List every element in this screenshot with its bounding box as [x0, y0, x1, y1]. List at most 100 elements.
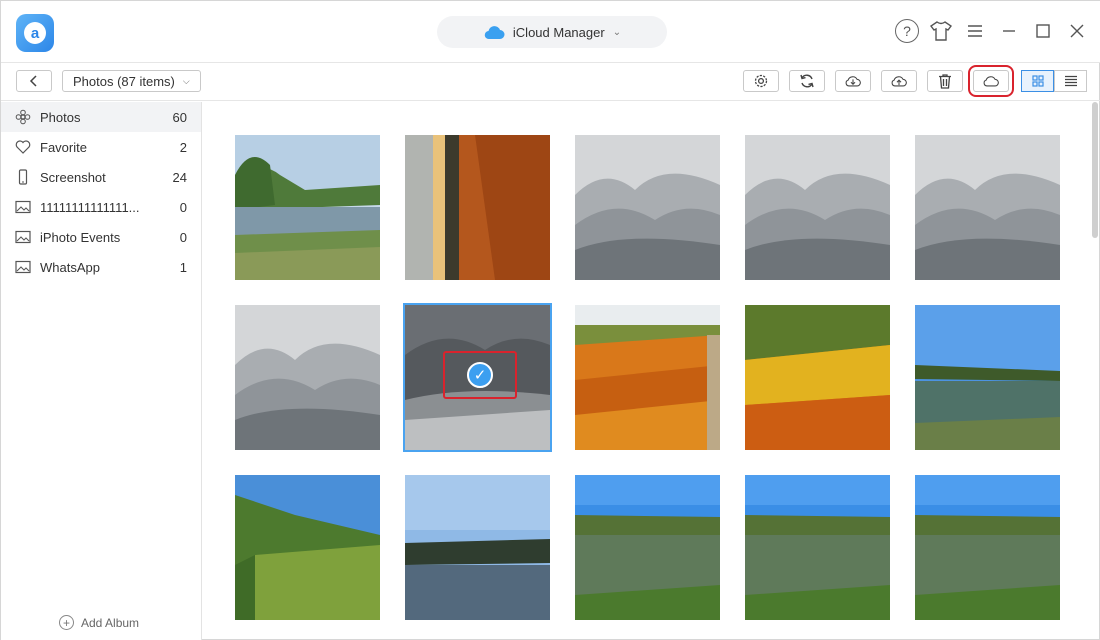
sidebar-item-whatsapp[interactable]: WhatsApp 1	[1, 252, 201, 282]
plus-circle-icon: +	[59, 615, 74, 630]
photo-thumbnail[interactable]	[745, 305, 890, 450]
view-switch	[1021, 70, 1087, 92]
grid-view-button[interactable]	[1021, 70, 1054, 92]
delete-button[interactable]	[927, 70, 963, 92]
help-button[interactable]: ?	[895, 18, 919, 44]
chevron-down-icon: ⌵	[182, 75, 190, 86]
photo-thumbnail[interactable]	[915, 305, 1060, 450]
photo-thumbnail[interactable]: ✓	[403, 303, 552, 452]
chevron-down-icon: ⌄	[612, 26, 622, 38]
menu-button[interactable]	[963, 18, 987, 44]
photo-thumbnail[interactable]	[405, 135, 550, 280]
sidebar-item-label: Screenshot	[40, 169, 106, 185]
photo-image	[915, 475, 1060, 620]
photo-thumbnail[interactable]	[235, 305, 380, 450]
app-logo: a	[16, 14, 54, 52]
selection-highlight: ✓	[443, 351, 517, 399]
add-album-label: Add Album	[81, 615, 140, 630]
tshirt-icon	[930, 21, 952, 41]
sidebar-item-count: 0	[179, 229, 187, 245]
photo-image	[915, 135, 1060, 280]
help-icon: ?	[895, 19, 919, 43]
list-icon	[1064, 75, 1077, 87]
sidebar-item-album-1111[interactable]: 11111111111111... 0	[1, 192, 201, 222]
photo-image	[575, 305, 720, 450]
sidebar-item-count: 24	[172, 169, 187, 185]
flower-icon	[15, 109, 31, 125]
minimize-button[interactable]	[997, 18, 1021, 44]
photo-thumbnail[interactable]	[575, 475, 720, 620]
photo-image	[575, 475, 720, 620]
photo-thumbnail[interactable]	[745, 135, 890, 280]
upload-button[interactable]	[881, 70, 917, 92]
photo-image	[405, 135, 550, 280]
chevron-left-icon	[29, 75, 37, 87]
cloud-icon	[983, 76, 999, 87]
maximize-button[interactable]	[1031, 18, 1055, 44]
toolbar-actions	[743, 65, 1087, 97]
scrollbar[interactable]	[1092, 102, 1098, 238]
photo-thumbnail[interactable]	[915, 135, 1060, 280]
sidebar-item-count: 0	[179, 199, 187, 215]
title-bar: a iCloud Manager ⌄ ?	[1, 1, 1100, 63]
refresh-button[interactable]	[789, 70, 825, 92]
app-window: a iCloud Manager ⌄ ? Photos (87 items) ⌵…	[0, 0, 1100, 640]
cloud-upload-icon	[891, 76, 907, 87]
gear-icon	[754, 74, 768, 88]
hamburger-icon	[968, 25, 982, 37]
album-dropdown[interactable]: Photos (87 items) ⌵	[62, 70, 201, 92]
close-button[interactable]	[1065, 18, 1089, 44]
photo-image	[405, 475, 550, 620]
photo-thumbnail[interactable]	[575, 135, 720, 280]
minimize-icon	[1003, 30, 1015, 32]
photo-grid: ✓	[203, 102, 1099, 640]
sidebar-item-screenshot[interactable]: Screenshot 24	[1, 162, 201, 192]
photo-image	[235, 305, 380, 450]
image-icon	[15, 199, 31, 215]
manager-label: iCloud Manager	[512, 24, 605, 40]
sidebar-item-label: 11111111111111...	[40, 199, 140, 215]
album-label: Photos (87 items)	[73, 73, 175, 89]
trash-icon	[939, 74, 951, 89]
photo-image	[745, 135, 890, 280]
to-icloud-button[interactable]	[968, 65, 1014, 97]
phone-icon	[15, 169, 31, 185]
photo-image	[915, 305, 1060, 450]
photo-thumbnail[interactable]	[235, 135, 380, 280]
window-controls: ?	[895, 18, 1089, 44]
photo-image	[745, 305, 890, 450]
heart-icon	[15, 139, 31, 155]
logo-a-icon: a	[24, 22, 46, 44]
image-icon	[15, 259, 31, 275]
sidebar-item-favorite[interactable]: Favorite 2	[1, 132, 201, 162]
add-album-button[interactable]: + Add Album	[59, 615, 139, 630]
skin-button[interactable]	[929, 18, 953, 44]
photo-image	[575, 135, 720, 280]
cloud-icon	[484, 26, 505, 40]
sidebar-item-label: Photos	[40, 109, 81, 125]
maximize-icon	[1036, 24, 1050, 38]
photo-image	[235, 475, 380, 620]
photo-thumbnail[interactable]	[745, 475, 890, 620]
sidebar-item-iphoto-events[interactable]: iPhoto Events 0	[1, 222, 201, 252]
settings-button[interactable]	[743, 70, 779, 92]
sidebar: Photos 60 Favorite 2 Screenshot 24 11111…	[1, 102, 202, 640]
download-button[interactable]	[835, 70, 871, 92]
photo-thumbnail[interactable]	[575, 305, 720, 450]
cloud-download-icon	[845, 76, 861, 87]
list-view-button[interactable]	[1054, 70, 1087, 92]
sidebar-item-label: WhatsApp	[40, 259, 100, 275]
refresh-icon	[800, 74, 814, 88]
manager-dropdown[interactable]: iCloud Manager ⌄	[437, 16, 667, 48]
photo-image	[745, 475, 890, 620]
photo-thumbnail[interactable]	[235, 475, 380, 620]
image-icon	[15, 229, 31, 245]
sidebar-item-photos[interactable]: Photos 60	[1, 102, 201, 132]
checkmark-icon[interactable]: ✓	[467, 362, 493, 388]
sidebar-item-count: 1	[179, 259, 187, 275]
photo-thumbnail[interactable]	[405, 475, 550, 620]
back-button[interactable]	[16, 70, 52, 92]
close-icon	[1070, 24, 1084, 38]
sidebar-item-count: 2	[179, 139, 187, 155]
photo-thumbnail[interactable]	[915, 475, 1060, 620]
